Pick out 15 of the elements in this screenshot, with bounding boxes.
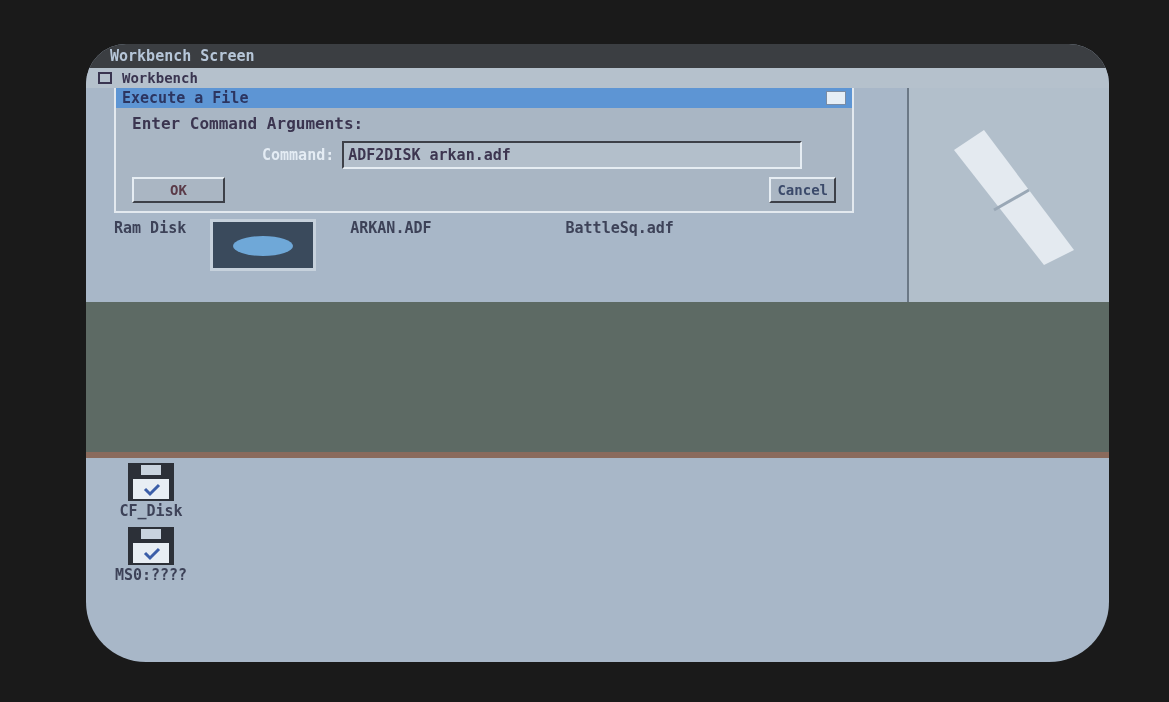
depth-icon[interactable]	[826, 91, 846, 105]
field-label: Command:	[262, 146, 335, 164]
dialog-title: Execute a File	[122, 89, 249, 107]
volume-label[interactable]: Ram Disk	[114, 219, 187, 237]
file-label[interactable]: BattleSq.adf	[565, 219, 674, 237]
command-field[interactable]: ADF2DISK arkan.adf	[342, 141, 803, 169]
icon-label[interactable]: CF_Disk	[119, 502, 183, 520]
cancel-button[interactable]: Cancel	[769, 177, 836, 203]
close-icon[interactable]	[98, 72, 112, 84]
file-label[interactable]: ARKAN.ADF	[350, 219, 432, 237]
window-title: Workbench	[122, 70, 198, 86]
ok-button[interactable]: OK	[132, 177, 225, 203]
icon-label[interactable]: MS0:????	[114, 566, 188, 584]
file-icon[interactable]	[210, 219, 317, 271]
prompt-text: Enter Command Arguments:	[132, 114, 365, 133]
